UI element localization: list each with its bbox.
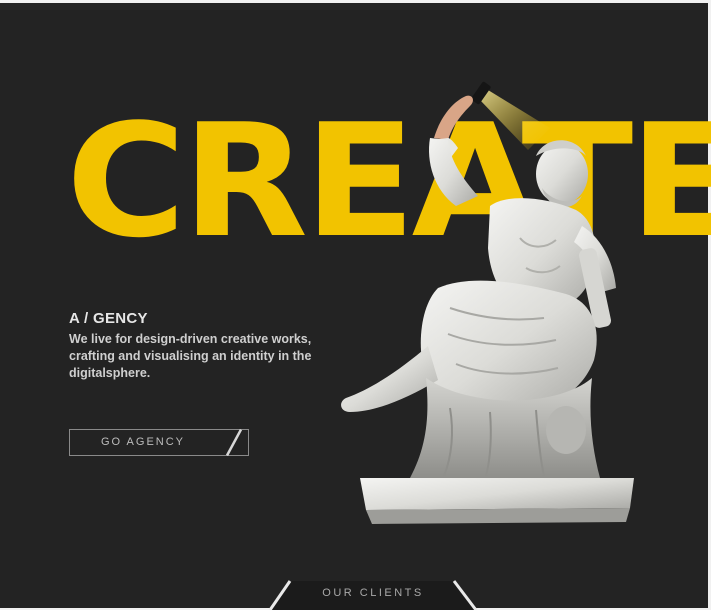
statue-image [341,81,634,524]
our-clients-tab[interactable]: OUR CLIENTS [266,580,480,610]
go-agency-button[interactable]: GO AGENCY [69,429,249,456]
frame-border-top [0,0,711,3]
go-agency-label: GO AGENCY [101,436,186,448]
our-clients-label: OUR CLIENTS [322,587,424,599]
slash-icon [225,429,243,456]
landing-page: CREATE A / GENCY We live for design-driv… [0,0,711,610]
agency-description: We live for design-driven creative works… [69,332,312,380]
agency-section: A / GENCY We live for design-driven crea… [69,310,349,382]
agency-title: A / GENCY [69,310,148,327]
